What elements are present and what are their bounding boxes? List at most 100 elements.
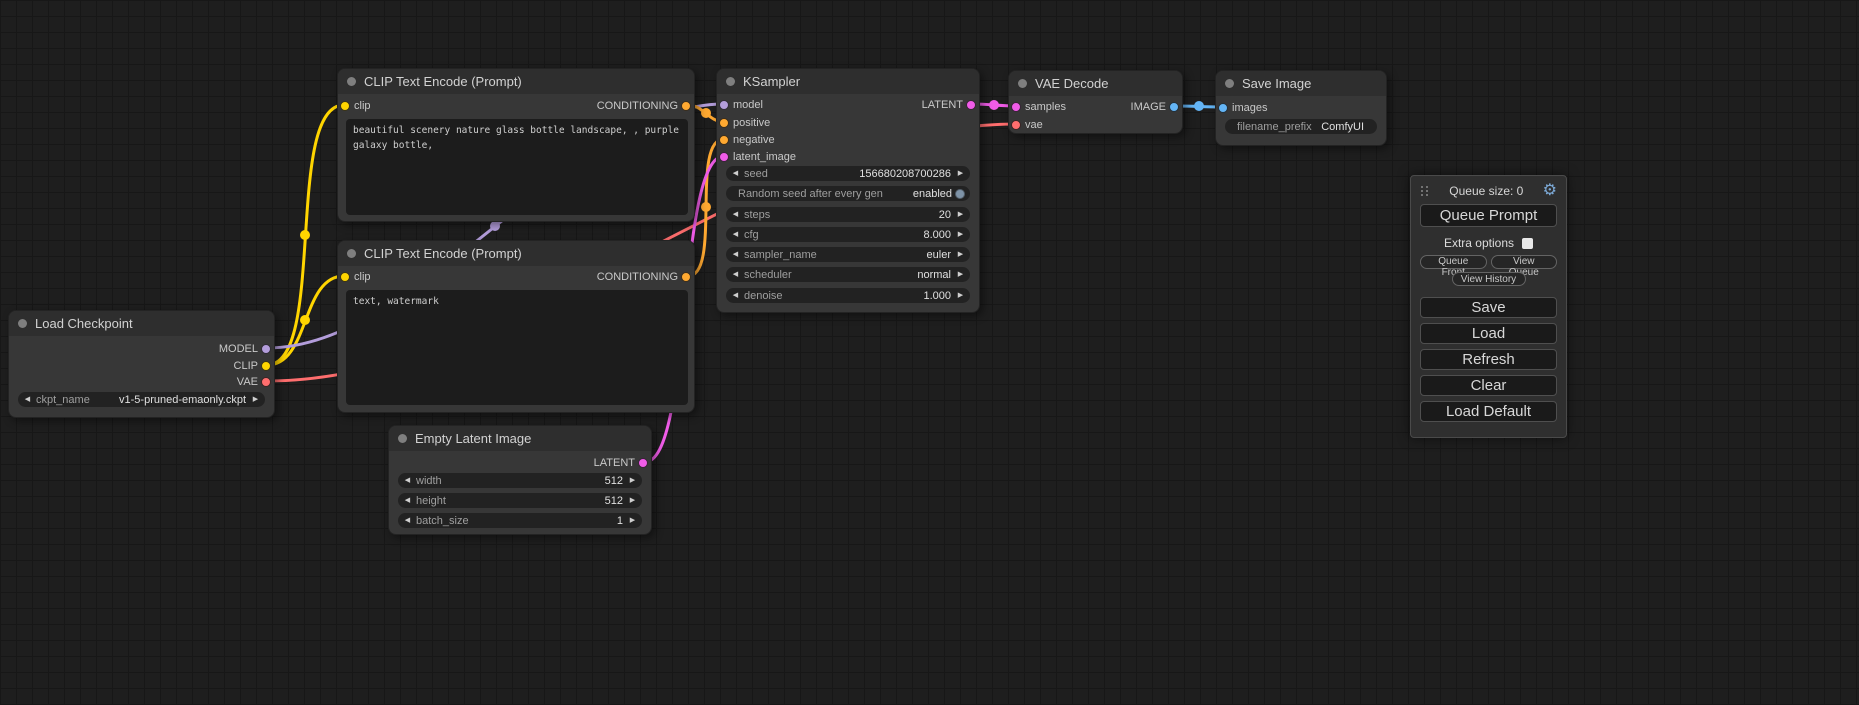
widget-value: v1-5-pruned-emaonly.ckpt	[119, 394, 246, 406]
left-arrow-icon[interactable]: ◀	[401, 473, 414, 488]
images-input-port[interactable]	[1218, 103, 1228, 113]
widget-label: height	[416, 495, 446, 507]
right-arrow-icon[interactable]: ▶	[626, 513, 639, 528]
right-arrow-icon[interactable]: ▶	[249, 392, 262, 407]
steps-widget[interactable]: ◀ steps 20 ▶	[726, 207, 970, 222]
wire-midpoint-dot	[701, 108, 711, 118]
extra-options-checkbox[interactable]	[1522, 238, 1533, 249]
extra-options-row: Extra options	[1420, 236, 1557, 250]
widget-value: 512	[605, 475, 623, 487]
node-load-checkpoint[interactable]: Load Checkpoint MODEL CLIP VAE ◀ ckpt_na…	[8, 310, 275, 418]
collapse-dot-icon[interactable]	[18, 319, 27, 328]
latent-output-port[interactable]	[638, 458, 648, 468]
seed-widget[interactable]: ◀ seed 156680208700286 ▶	[726, 166, 970, 181]
scheduler-widget[interactable]: ◀ scheduler normal ▶	[726, 267, 970, 282]
view-queue-button[interactable]: View Queue	[1491, 255, 1558, 269]
collapse-dot-icon[interactable]	[347, 77, 356, 86]
left-arrow-icon[interactable]: ◀	[729, 227, 742, 242]
output-label-vae: VAE	[237, 376, 258, 388]
right-arrow-icon[interactable]: ▶	[626, 473, 639, 488]
model-output-port[interactable]	[261, 344, 271, 354]
widget-value: 1.000	[923, 290, 951, 302]
filename-prefix-widget[interactable]: filename_prefix ComfyUI	[1225, 119, 1377, 134]
node-save-image[interactable]: Save Image images filename_prefix ComfyU…	[1215, 70, 1387, 146]
node-graph-canvas[interactable]: Load Checkpoint MODEL CLIP VAE ◀ ckpt_na…	[0, 0, 1859, 705]
conditioning-output-port[interactable]	[681, 101, 691, 111]
node-title-bar[interactable]: Load Checkpoint	[9, 311, 274, 336]
queue-front-button[interactable]: Queue Front	[1420, 255, 1487, 269]
right-arrow-icon[interactable]: ▶	[954, 267, 967, 282]
height-widget[interactable]: ◀ height 512 ▶	[398, 493, 642, 508]
save-button[interactable]: Save	[1420, 297, 1557, 318]
right-arrow-icon[interactable]: ▶	[626, 493, 639, 508]
node-empty-latent-image[interactable]: Empty Latent Image LATENT ◀ width 512 ▶ …	[388, 425, 652, 535]
load-button[interactable]: Load	[1420, 323, 1557, 344]
left-arrow-icon[interactable]: ◀	[729, 166, 742, 181]
sampler-name-widget[interactable]: ◀ sampler_name euler ▶	[726, 247, 970, 262]
left-arrow-icon[interactable]: ◀	[401, 493, 414, 508]
left-arrow-icon[interactable]: ◀	[729, 288, 742, 303]
history-row: View History	[1420, 272, 1557, 286]
refresh-button[interactable]: Refresh	[1420, 349, 1557, 370]
extra-options-label: Extra options	[1444, 236, 1514, 250]
node-title-bar[interactable]: VAE Decode	[1009, 71, 1182, 96]
left-arrow-icon[interactable]: ◀	[401, 513, 414, 528]
vae-input-port[interactable]	[1011, 120, 1021, 130]
right-arrow-icon[interactable]: ▶	[954, 288, 967, 303]
collapse-dot-icon[interactable]	[1225, 79, 1234, 88]
left-arrow-icon[interactable]: ◀	[729, 267, 742, 282]
node-ksampler[interactable]: KSampler model LATENT positive negative …	[716, 68, 980, 313]
right-arrow-icon[interactable]: ▶	[954, 166, 967, 181]
left-arrow-icon[interactable]: ◀	[729, 247, 742, 262]
collapse-dot-icon[interactable]	[398, 434, 407, 443]
wire-midpoint-dot	[300, 230, 310, 240]
left-arrow-icon[interactable]: ◀	[729, 207, 742, 222]
batch-size-widget[interactable]: ◀ batch_size 1 ▶	[398, 513, 642, 528]
node-title-bar[interactable]: Save Image	[1216, 71, 1386, 96]
width-widget[interactable]: ◀ width 512 ▶	[398, 473, 642, 488]
node-title-label: Load Checkpoint	[35, 316, 133, 331]
vae-output-port[interactable]	[261, 377, 271, 387]
drag-handle-icon[interactable]	[1420, 185, 1430, 197]
clip-output-port[interactable]	[261, 361, 271, 371]
node-title-bar[interactable]: CLIP Text Encode (Prompt)	[338, 69, 694, 94]
queue-menu-panel: Queue size: 0 ⚙ Queue Prompt Extra optio…	[1410, 175, 1567, 438]
cfg-widget[interactable]: ◀ cfg 8.000 ▶	[726, 227, 970, 242]
widget-value: 8.000	[923, 229, 951, 241]
load-default-button[interactable]: Load Default	[1420, 401, 1557, 422]
random-seed-toggle-widget[interactable]: Random seed after every gen enabled	[726, 186, 970, 201]
left-arrow-icon[interactable]: ◀	[21, 392, 34, 407]
node-title-bar[interactable]: CLIP Text Encode (Prompt)	[338, 241, 694, 266]
positive-prompt-textarea[interactable]: beautiful scenery nature glass bottle la…	[346, 119, 688, 215]
output-label-latent: LATENT	[922, 99, 963, 111]
ckpt-name-widget[interactable]: ◀ ckpt_name v1-5-pruned-emaonly.ckpt ▶	[18, 392, 265, 407]
node-title-bar[interactable]: Empty Latent Image	[389, 426, 651, 451]
view-history-button[interactable]: View History	[1452, 272, 1526, 286]
collapse-dot-icon[interactable]	[347, 249, 356, 258]
node-clip-text-encode-positive[interactable]: CLIP Text Encode (Prompt) clip CONDITION…	[337, 68, 695, 222]
toggle-dot-icon[interactable]	[955, 189, 965, 199]
input-label-positive: positive	[733, 117, 770, 129]
latent-output-port[interactable]	[966, 100, 976, 110]
node-title-bar[interactable]: KSampler	[717, 69, 979, 94]
right-arrow-icon[interactable]: ▶	[954, 227, 967, 242]
positive-input-port[interactable]	[719, 118, 729, 128]
clear-button[interactable]: Clear	[1420, 375, 1557, 396]
denoise-widget[interactable]: ◀ denoise 1.000 ▶	[726, 288, 970, 303]
node-clip-text-encode-negative[interactable]: CLIP Text Encode (Prompt) clip CONDITION…	[337, 240, 695, 413]
negative-input-port[interactable]	[719, 135, 729, 145]
node-title-label: CLIP Text Encode (Prompt)	[364, 74, 522, 89]
collapse-dot-icon[interactable]	[1018, 79, 1027, 88]
collapse-dot-icon[interactable]	[726, 77, 735, 86]
latent-image-input-port[interactable]	[719, 152, 729, 162]
image-output-port[interactable]	[1169, 102, 1179, 112]
node-vae-decode[interactable]: VAE Decode samples IMAGE vae	[1008, 70, 1183, 134]
right-arrow-icon[interactable]: ▶	[954, 207, 967, 222]
queue-prompt-button[interactable]: Queue Prompt	[1420, 204, 1557, 227]
settings-gear-icon[interactable]: ⚙	[1543, 183, 1557, 199]
right-arrow-icon[interactable]: ▶	[954, 247, 967, 262]
node-title-label: KSampler	[743, 74, 800, 89]
conditioning-output-port[interactable]	[681, 272, 691, 282]
widget-value: 156680208700286	[859, 168, 951, 180]
negative-prompt-textarea[interactable]: text, watermark	[346, 290, 688, 405]
